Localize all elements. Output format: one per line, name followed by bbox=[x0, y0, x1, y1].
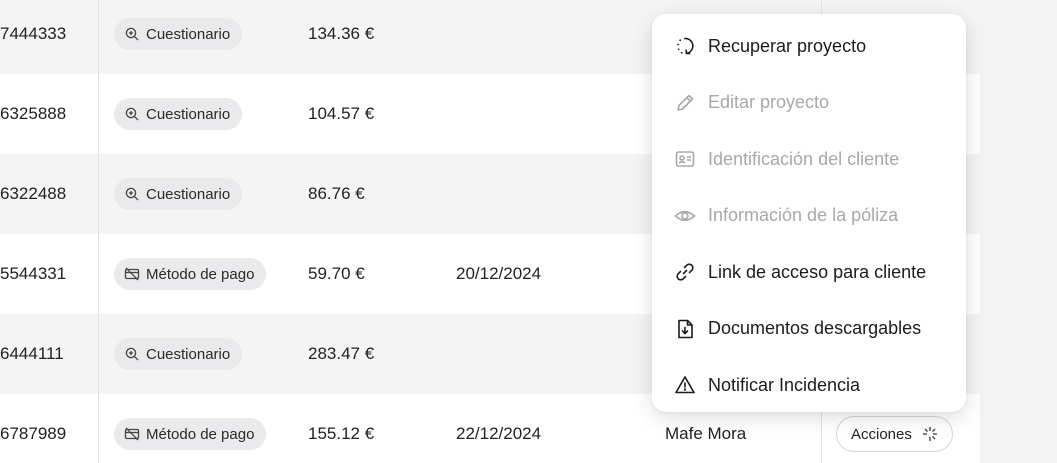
card-off-icon bbox=[124, 427, 140, 441]
price: 86.76 € bbox=[308, 184, 365, 203]
link-icon bbox=[676, 263, 694, 281]
status-badge: Cuestionario bbox=[114, 98, 243, 130]
refresh-dotted-icon bbox=[677, 37, 694, 55]
actions-label: Acciones bbox=[851, 425, 912, 443]
card-off-icon bbox=[124, 267, 140, 281]
sparkle-icon bbox=[922, 426, 938, 442]
menu-item-label: Link de acceso para cliente bbox=[708, 261, 927, 282]
status-badge: Método de pago bbox=[114, 418, 267, 450]
menu-item-informacion-poliza[interactable]: Información de la póliza bbox=[652, 188, 966, 245]
status-badge: Cuestionario bbox=[114, 18, 243, 50]
price: 283.47 € bbox=[308, 344, 375, 363]
zoom-icon bbox=[125, 347, 139, 361]
zoom-icon bbox=[125, 107, 139, 121]
zoom-icon bbox=[125, 27, 139, 41]
menu-item-recuperar-proyecto[interactable]: Recuperar proyecto bbox=[652, 18, 966, 75]
status-label: Método de pago bbox=[146, 425, 255, 443]
pencil-icon bbox=[677, 94, 694, 111]
table-right-gutter bbox=[980, 0, 1057, 463]
zoom-icon bbox=[125, 187, 139, 201]
column-divider bbox=[98, 0, 99, 463]
project-id: 7444333 bbox=[0, 24, 67, 43]
actions-menu: Recuperar proyecto Editar proyecto Ident… bbox=[652, 14, 966, 412]
price: 59.70 € bbox=[308, 264, 365, 283]
date: 22/12/2024 bbox=[456, 424, 542, 443]
status-label: Cuestionario bbox=[146, 105, 231, 123]
price: 134.36 € bbox=[308, 24, 375, 43]
menu-item-label: Notificar Incidencia bbox=[708, 374, 861, 395]
status-badge: Método de pago bbox=[114, 258, 267, 290]
menu-item-label: Recuperar proyecto bbox=[708, 35, 867, 56]
actions-button[interactable]: Acciones bbox=[836, 416, 953, 452]
project-id: 5544331 bbox=[0, 264, 67, 283]
project-id: 6322488 bbox=[0, 184, 67, 203]
status-label: Método de pago bbox=[146, 265, 255, 283]
menu-item-label: Documentos descargables bbox=[708, 318, 922, 339]
id-card-icon bbox=[675, 151, 695, 168]
status-label: Cuestionario bbox=[146, 345, 231, 363]
file-download-icon bbox=[678, 319, 693, 339]
project-id: 6787989 bbox=[0, 424, 67, 443]
status-badge: Cuestionario bbox=[114, 178, 243, 210]
status-label: Cuestionario bbox=[146, 185, 231, 203]
date: 20/12/2024 bbox=[456, 264, 542, 283]
price: 155.12 € bbox=[308, 424, 375, 443]
alert-triangle-icon bbox=[675, 376, 695, 394]
menu-item-label: Información de la póliza bbox=[708, 205, 899, 226]
price: 104.57 € bbox=[308, 104, 375, 123]
status-badge: Cuestionario bbox=[114, 338, 243, 370]
status-label: Cuestionario bbox=[146, 25, 231, 43]
menu-item-label: Identificación del cliente bbox=[708, 148, 900, 169]
project-id: 6444111 bbox=[0, 344, 64, 363]
menu-item-documentos-descargables[interactable]: Documentos descargables bbox=[652, 301, 966, 358]
menu-item-editar-proyecto[interactable]: Editar proyecto bbox=[652, 75, 966, 132]
project-id: 6325888 bbox=[0, 104, 67, 123]
menu-item-label: Editar proyecto bbox=[708, 92, 830, 113]
menu-item-identificacion-cliente[interactable]: Identificación del cliente bbox=[652, 131, 966, 188]
eye-icon bbox=[674, 210, 696, 221]
menu-item-link-acceso-cliente[interactable]: Link de acceso para cliente bbox=[652, 244, 966, 301]
menu-item-notificar-incidencia[interactable]: Notificar Incidencia bbox=[652, 357, 966, 414]
